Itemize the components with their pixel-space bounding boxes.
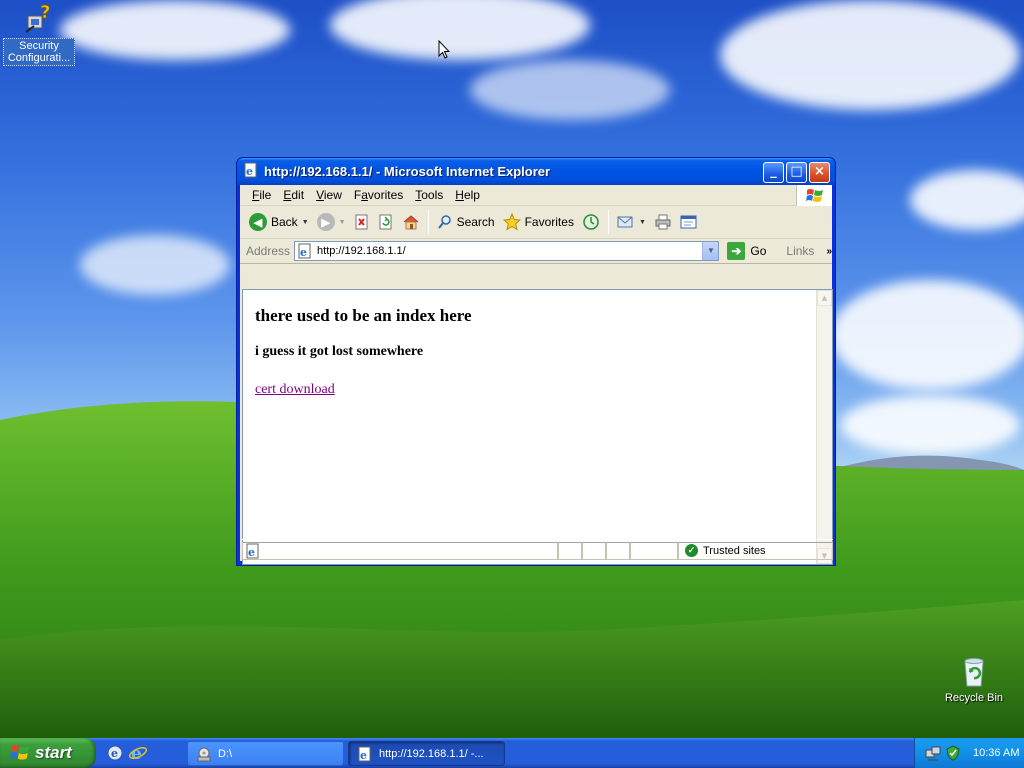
svg-text:e: e (111, 747, 118, 760)
status-cell (630, 541, 678, 560)
forward-arrow-icon: ▶ (316, 213, 335, 231)
security-config-icon: ? (22, 2, 56, 36)
security-zone: ✓ Trusted sites (678, 541, 833, 560)
cd-drive-icon (197, 747, 211, 761)
svg-text:e: e (360, 749, 367, 762)
menu-favorites[interactable]: Favorites (348, 188, 409, 202)
favorites-star-icon (502, 213, 521, 231)
taskbar: start e e D:\ e http://192.168.1.1/ -...… (0, 738, 1024, 768)
task-button-drive[interactable]: D:\ (187, 741, 344, 766)
page-content-area: there used to be an index here i guess i… (242, 289, 833, 565)
windows-flag-icon (796, 185, 832, 206)
chevron-down-icon[interactable]: ▼ (302, 219, 309, 226)
status-cell (606, 541, 630, 560)
home-button[interactable] (399, 209, 423, 235)
ie-page-icon: e (298, 243, 311, 259)
desktop-icon-recycle-bin[interactable]: Recycle Bin (938, 655, 1010, 705)
history-icon (583, 214, 599, 230)
links-button[interactable]: Links (786, 244, 814, 258)
menu-tools[interactable]: Tools (409, 188, 449, 202)
refresh-button[interactable] (375, 209, 397, 235)
search-button[interactable]: Search (434, 209, 498, 235)
menu-view[interactable]: View (310, 188, 348, 202)
page-heading: there used to be an index here (255, 306, 472, 325)
chevron-down-icon[interactable]: ▼ (639, 219, 646, 226)
status-text-cell: e (242, 541, 558, 560)
printer-icon (655, 214, 671, 230)
address-url: http://192.168.1.1/ (317, 245, 406, 257)
vertical-scrollbar[interactable]: ▲ ▼ (816, 290, 832, 564)
ie-page-icon: e (243, 162, 259, 181)
home-icon (403, 215, 418, 230)
tray-security-icon[interactable] (945, 745, 961, 761)
tray-network-icon[interactable] (925, 745, 941, 761)
toolbar-separator (427, 210, 429, 234)
go-arrow-icon: ➔ (727, 242, 746, 260)
task-button-internet-explorer[interactable]: e http://192.168.1.1/ -... (348, 741, 505, 766)
status-bar: e ✓ Trusted sites (242, 539, 833, 561)
page-subheading: i guess it got lost somewhere (255, 344, 424, 359)
mouse-cursor-icon (438, 40, 450, 59)
edit-button[interactable] (677, 209, 701, 235)
stop-button[interactable] (351, 209, 373, 235)
start-button[interactable]: start (0, 738, 96, 768)
go-button[interactable]: ➔ Go (727, 242, 766, 260)
window-title: http://192.168.1.1/ - Microsoft Internet… (264, 164, 551, 179)
desktop-icon-label: Security Configurati... (3, 38, 75, 66)
address-label: Address (246, 244, 291, 258)
svg-text:?: ? (40, 2, 50, 23)
maximize-button[interactable]: □ (786, 162, 807, 183)
cert-download-link[interactable]: cert download (255, 382, 335, 397)
scroll-up-arrow-icon[interactable]: ▲ (817, 290, 832, 306)
favorites-button[interactable]: Favorites (500, 209, 577, 235)
status-cell (558, 541, 582, 560)
title-bar[interactable]: e http://192.168.1.1/ - Microsoft Intern… (237, 158, 835, 185)
menu-help[interactable]: Help (449, 188, 486, 202)
edit-page-icon (680, 215, 697, 229)
web-page: there used to be an index here i guess i… (243, 290, 817, 564)
refresh-icon (379, 214, 392, 230)
desktop-icon-label: Recycle Bin (944, 692, 1004, 704)
mail-icon (617, 216, 633, 228)
windows-flag-icon (10, 745, 29, 760)
window-body: File Edit View Favorites Tools Help ◀ Ba… (240, 185, 833, 565)
stop-icon (355, 214, 368, 230)
minimize-button[interactable]: _ (763, 162, 784, 183)
desktop-icon-security-configuration[interactable]: ? Security Configurati... (3, 2, 75, 66)
system-tray: 10:36 AM (914, 738, 1024, 768)
ie-page-icon: e (246, 543, 259, 559)
clock[interactable]: 10:36 AM (973, 747, 1019, 759)
check-icon: ✓ (685, 544, 698, 557)
print-button[interactable] (651, 209, 675, 235)
address-bar: Address e http://192.168.1.1/ ▼ ➔ Go Lin… (240, 239, 832, 264)
menu-file[interactable]: File (246, 188, 277, 202)
back-arrow-icon: ◀ (249, 213, 267, 231)
chevron-down-icon[interactable]: ▼ (339, 219, 346, 226)
svg-text:e: e (131, 744, 142, 763)
svg-text:e: e (248, 546, 255, 559)
menu-edit[interactable]: Edit (277, 188, 310, 202)
standard-toolbar: ◀ Back ▼ ▶ ▼ Search Favorites ▼ (240, 206, 832, 239)
svg-text:e: e (246, 165, 253, 178)
show-desktop-icon[interactable]: e (105, 743, 125, 763)
history-button[interactable] (579, 209, 603, 235)
close-button[interactable]: × (809, 162, 830, 183)
ie-page-icon: e (358, 746, 371, 762)
mail-button[interactable]: ▼ (614, 209, 649, 235)
ie-window: e http://192.168.1.1/ - Microsoft Intern… (236, 157, 836, 566)
forward-button[interactable]: ▶ ▼ (314, 209, 349, 235)
recycle-bin-icon (957, 655, 991, 689)
status-cell (582, 541, 606, 560)
address-input[interactable]: e http://192.168.1.1/ ▼ (294, 241, 720, 261)
address-dropdown-button[interactable]: ▼ (702, 242, 719, 260)
search-icon (437, 215, 451, 229)
toolbar-separator (607, 210, 609, 234)
svg-text:e: e (300, 246, 307, 259)
menu-bar: File Edit View Favorites Tools Help (240, 185, 832, 206)
back-button[interactable]: ◀ Back ▼ (246, 209, 312, 235)
chevron-right-icon[interactable]: » (826, 246, 832, 257)
internet-explorer-icon[interactable]: e (128, 743, 148, 763)
